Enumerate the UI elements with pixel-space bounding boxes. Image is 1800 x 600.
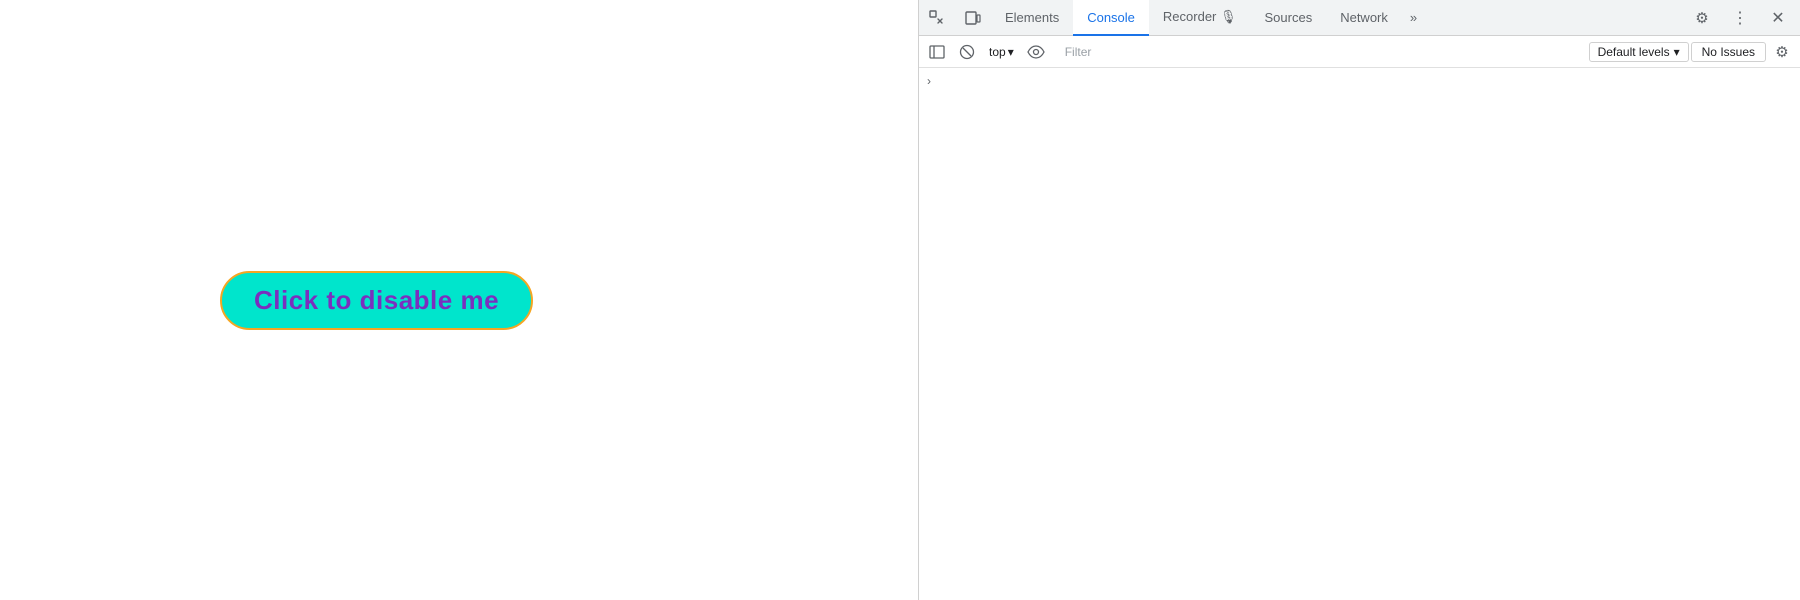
top-context-selector[interactable]: top ▾ [983,43,1020,61]
console-settings-icon[interactable]: ⚙ [1768,40,1796,64]
close-devtools-icon[interactable]: ✕ [1760,8,1796,28]
tab-spacer [1425,0,1684,35]
default-levels-button[interactable]: Default levels ▾ [1589,42,1689,62]
tab-console[interactable]: Console [1073,0,1149,36]
devtools-right-icons: ⚙ ⋮ ✕ [1684,0,1800,35]
console-content: › [919,68,1800,600]
settings-icon[interactable]: ⚙ [1684,9,1720,27]
tab-sources[interactable]: Sources [1251,0,1327,36]
tab-elements[interactable]: Elements [991,0,1073,36]
click-to-disable-button[interactable]: Click to disable me [220,271,533,330]
more-options-icon[interactable]: ⋮ [1722,8,1758,28]
tab-recorder[interactable]: Recorder 🎙 [1149,0,1251,36]
tab-network[interactable]: Network [1326,0,1402,36]
devtools-tabbar: Elements Console Recorder 🎙 Sources Netw… [919,0,1800,36]
no-issues-button[interactable]: No Issues [1691,42,1766,62]
console-toolbar: top ▾ Default levels ▾ No Issues ⚙ [919,36,1800,68]
main-page: Click to disable me [0,0,918,600]
more-tabs-button[interactable]: » [1402,0,1425,35]
console-sidebar-toggle[interactable] [923,40,951,64]
inspect-element-icon[interactable] [919,0,955,35]
console-filter-input[interactable] [1059,41,1580,63]
devtools-panel: Elements Console Recorder 🎙 Sources Netw… [918,0,1800,600]
device-mode-icon[interactable] [955,0,991,35]
console-chevron[interactable]: › [927,74,931,88]
clear-console-icon[interactable] [953,40,981,64]
live-expressions-icon[interactable] [1022,40,1050,64]
